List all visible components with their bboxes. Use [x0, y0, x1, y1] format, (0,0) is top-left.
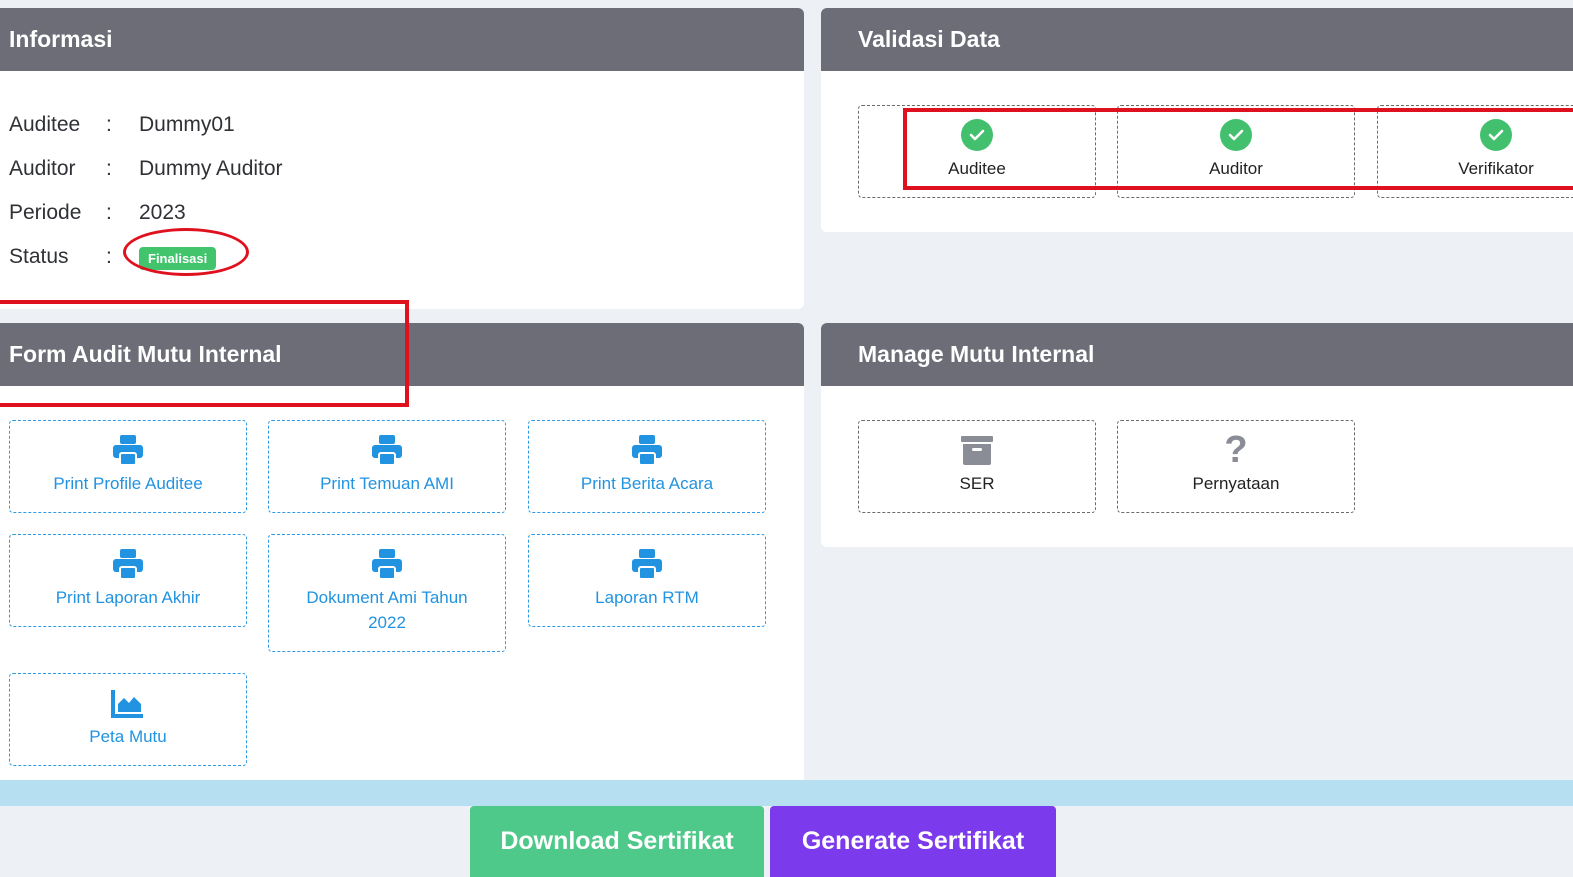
- area-chart-icon: [111, 686, 145, 720]
- peta-mutu-button[interactable]: Peta Mutu: [9, 673, 247, 766]
- generate-sertifikat-button[interactable]: Generate Sertifikat: [770, 806, 1056, 877]
- pernyataan-button[interactable]: ? Pernyataan: [1117, 420, 1355, 513]
- tile-label: Print Temuan AMI: [320, 474, 454, 493]
- validasi-item-auditor: Auditor: [1117, 105, 1355, 198]
- printer-icon: [370, 547, 404, 581]
- tile-label: Pernyataan: [1192, 474, 1280, 493]
- tile-label: Peta Mutu: [89, 727, 167, 746]
- check-circle-icon: [961, 118, 993, 152]
- print-temuan-ami-button[interactable]: Print Temuan AMI: [268, 420, 506, 513]
- question-mark-icon: ?: [1224, 429, 1248, 471]
- printer-icon: [111, 433, 145, 467]
- info-row-auditor: Auditor : Dummy Auditor: [9, 147, 283, 191]
- status-wrap: Finalisasi: [123, 227, 249, 276]
- validasi-card: Validasi Data Auditee Auditor Verifikato…: [821, 8, 1573, 232]
- info-colon: :: [106, 157, 112, 180]
- tile-label: Print Berita Acara: [580, 474, 714, 493]
- printer-icon: [630, 547, 664, 581]
- tile-label: SER: [959, 474, 995, 493]
- footer-strip: [0, 780, 1573, 806]
- validasi-label: Auditee: [948, 159, 1006, 178]
- check-circle-icon: [1220, 118, 1252, 152]
- validasi-item-auditee: Auditee: [858, 105, 1096, 198]
- tile-label: Dokument Ami Tahun 2022: [306, 588, 468, 632]
- print-laporan-akhir-button[interactable]: Print Laporan Akhir: [9, 534, 247, 627]
- validasi-label: Verifikator: [1458, 159, 1534, 178]
- manage-mutu-header: Manage Mutu Internal: [821, 323, 1573, 386]
- printer-icon: [630, 433, 664, 467]
- print-berita-acara-button[interactable]: Print Berita Acara: [528, 420, 766, 513]
- info-label: Periode: [9, 201, 82, 224]
- info-row-auditee: Auditee : Dummy01: [9, 103, 283, 147]
- download-sertifikat-button[interactable]: Download Sertifikat: [470, 806, 764, 877]
- check-circle-icon: [1480, 118, 1512, 152]
- form-audit-card: Form Audit Mutu Internal Print Profile A…: [0, 323, 804, 783]
- info-colon: :: [106, 113, 112, 136]
- info-row-status: Status : Finalisasi: [9, 227, 283, 279]
- info-label: Auditor: [9, 157, 76, 180]
- form-audit-header: Form Audit Mutu Internal: [0, 323, 804, 386]
- ser-button[interactable]: SER: [858, 420, 1096, 513]
- info-value: Dummy Auditor: [139, 157, 283, 180]
- printer-icon: [111, 547, 145, 581]
- info-label: Auditee: [9, 113, 81, 136]
- info-colon: :: [106, 201, 112, 224]
- manage-mutu-card: Manage Mutu Internal SER ? Pernyataan: [821, 323, 1573, 547]
- dokument-ami-2022-button[interactable]: Dokument Ami Tahun 2022: [268, 534, 506, 652]
- validasi-item-verifikator: Verifikator: [1377, 105, 1573, 198]
- printer-icon: [370, 433, 404, 467]
- print-profile-auditee-button[interactable]: Print Profile Auditee: [9, 420, 247, 513]
- tile-label: Print Laporan Akhir: [55, 588, 201, 607]
- informasi-header: Informasi: [0, 8, 804, 71]
- informasi-card: Informasi Auditee : Dummy01 Auditor : Du…: [0, 8, 804, 309]
- info-value: Dummy01: [139, 113, 235, 136]
- informasi-rows: Auditee : Dummy01 Auditor : Dummy Audito…: [9, 103, 283, 279]
- annotation-circle: [123, 227, 249, 276]
- validasi-header: Validasi Data: [821, 8, 1573, 71]
- validasi-label: Auditor: [1209, 159, 1263, 178]
- info-value: 2023: [139, 201, 186, 224]
- tile-label: Laporan RTM: [595, 588, 699, 607]
- laporan-rtm-button[interactable]: Laporan RTM: [528, 534, 766, 627]
- info-row-periode: Periode : 2023: [9, 191, 283, 235]
- info-label: Status: [9, 245, 69, 268]
- tile-label: Print Profile Auditee: [53, 474, 203, 493]
- archive-box-icon: [960, 433, 994, 467]
